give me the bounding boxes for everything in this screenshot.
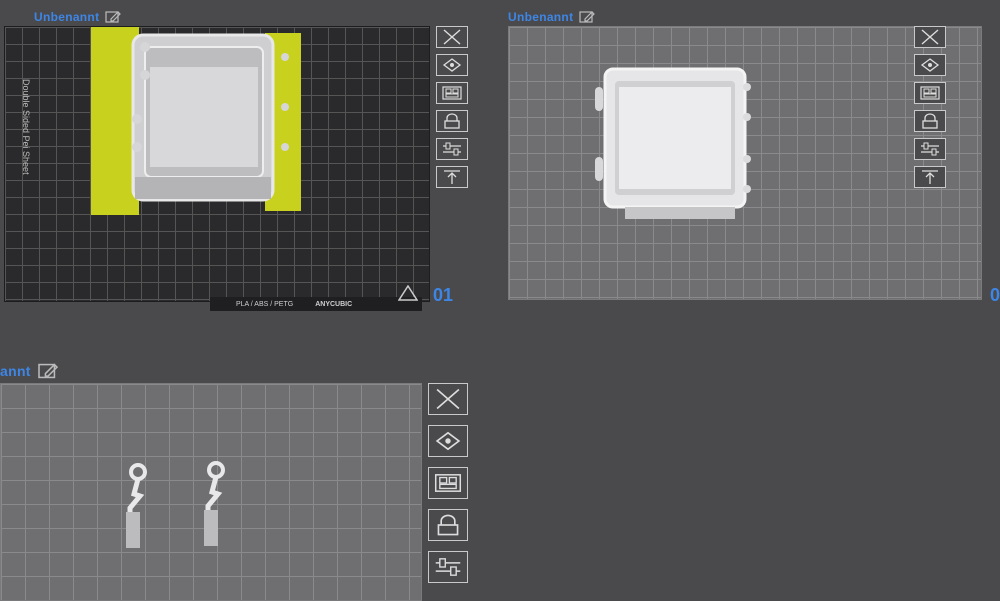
move-to-top-button[interactable]	[436, 166, 468, 188]
edit-icon[interactable]	[105, 10, 122, 24]
auto-orient-button[interactable]	[428, 425, 468, 457]
model-hook-2[interactable]	[194, 460, 234, 550]
sheet-label: Double Sided Pei Sheet	[21, 79, 31, 175]
edit-icon[interactable]	[37, 362, 59, 380]
edit-icon[interactable]	[579, 10, 596, 24]
arrange-button[interactable]	[436, 82, 468, 104]
settings-button[interactable]	[436, 138, 468, 160]
move-to-top-icon	[444, 170, 460, 184]
settings-sliders-icon	[443, 142, 461, 156]
plate-number-2: 0	[990, 285, 1000, 305]
lock-button[interactable]	[436, 110, 468, 132]
build-plate-2[interactable]	[508, 26, 982, 300]
lock-icon	[437, 514, 459, 536]
plate-1-name: Unbenannt	[34, 10, 100, 24]
lock-icon	[444, 113, 460, 129]
auto-orient-button[interactable]	[914, 54, 946, 76]
plate-footer-strip: PLA / ABS / PETG ANYCUBIC	[210, 297, 422, 311]
arrange-button[interactable]	[428, 467, 468, 499]
move-to-top-icon	[922, 170, 938, 184]
plate-2-name: Unbenannt	[508, 10, 574, 24]
plate-number-1: 01	[433, 285, 454, 305]
build-plate-3[interactable]	[0, 383, 422, 601]
settings-button[interactable]	[428, 551, 468, 583]
close-button[interactable]	[436, 26, 468, 48]
plate-1-toolbar	[436, 26, 468, 194]
close-icon	[443, 29, 461, 45]
plate-1-title[interactable]: Unbenannt	[34, 10, 122, 24]
auto-orient-icon	[920, 58, 940, 72]
close-icon	[921, 29, 939, 45]
plate-3-name: annt	[0, 363, 31, 379]
auto-orient-icon	[442, 58, 462, 72]
lock-button[interactable]	[428, 509, 468, 541]
plate-2-title[interactable]: Unbenannt	[508, 10, 596, 24]
model-box-plate-2[interactable]	[595, 67, 765, 227]
warning-icon	[398, 285, 418, 301]
brand-label: ANYCUBIC	[315, 300, 353, 308]
build-plate-1[interactable]: Double Sided Pei Sheet	[4, 26, 430, 302]
settings-sliders-icon	[921, 142, 939, 156]
plate-2-toolbar	[914, 26, 946, 194]
settings-button[interactable]	[914, 138, 946, 160]
auto-orient-icon	[435, 431, 461, 451]
lock-button[interactable]	[914, 110, 946, 132]
close-button[interactable]	[428, 383, 468, 415]
lock-icon	[922, 113, 938, 129]
close-icon	[436, 388, 460, 410]
material-label: PLA / ABS / PETG	[236, 300, 294, 308]
plate-3-toolbar	[428, 383, 468, 593]
arrange-button[interactable]	[914, 82, 946, 104]
model-hook-1[interactable]	[116, 462, 156, 552]
arrange-icon	[434, 474, 462, 492]
settings-sliders-icon	[435, 558, 461, 576]
arrange-icon	[442, 86, 462, 100]
auto-orient-button[interactable]	[436, 54, 468, 76]
close-button[interactable]	[914, 26, 946, 48]
move-to-top-button[interactable]	[914, 166, 946, 188]
arrange-icon	[920, 86, 940, 100]
plate-3-title[interactable]: annt	[0, 362, 59, 380]
model-box-plate-1[interactable]	[85, 27, 305, 217]
